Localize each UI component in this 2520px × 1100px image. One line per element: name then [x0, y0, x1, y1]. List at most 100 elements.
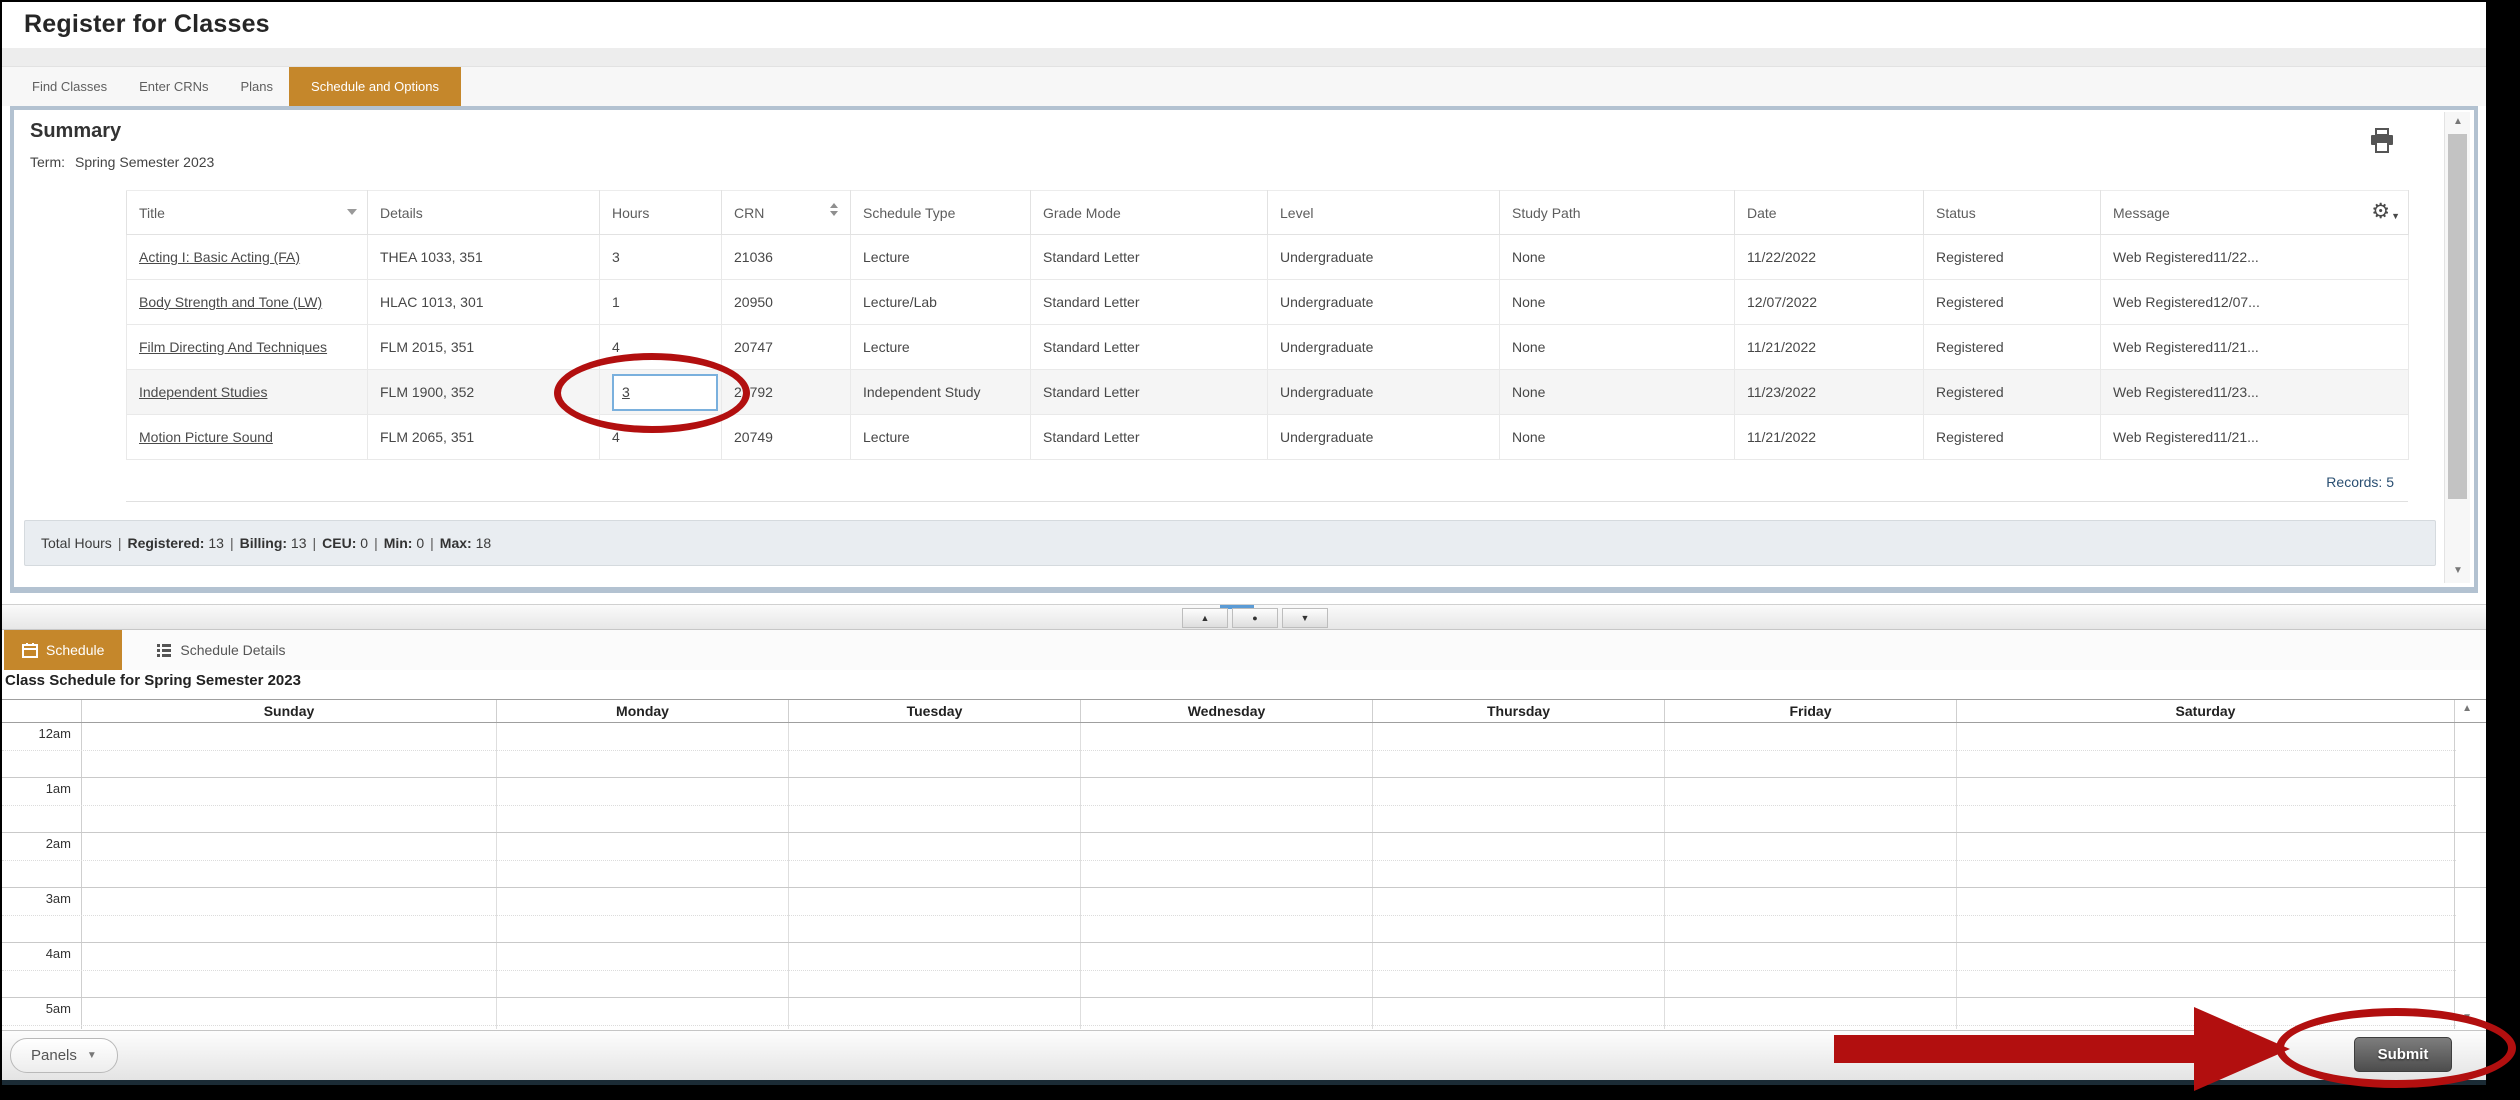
tab-schedule-details[interactable]: Schedule Details — [138, 630, 303, 670]
sort-icon — [830, 203, 838, 216]
tab-schedule[interactable]: Schedule — [4, 630, 123, 670]
scroll-down-icon[interactable]: ▼ — [2445, 561, 2471, 581]
splitter-expand-down-button[interactable]: ▼ — [1282, 608, 1328, 628]
column-header-study-path[interactable]: Study Path — [1499, 190, 1735, 235]
hours-input[interactable]: 3 — [612, 373, 718, 411]
calendar-cell-friday[interactable] — [1665, 833, 1957, 887]
calendar-cell-monday[interactable] — [497, 943, 789, 997]
column-header-date[interactable]: Date — [1734, 190, 1924, 235]
summary-scrollbar[interactable]: ▲ ▼ — [2444, 112, 2470, 583]
total-hours-bar: Total Hours | Registered: 13 | Billing: 13 | C… — [24, 520, 2436, 566]
calendar-cell-sunday[interactable] — [82, 888, 497, 942]
calendar-cell-tuesday[interactable] — [789, 833, 1081, 887]
column-header-level[interactable]: Level — [1267, 190, 1500, 235]
print-icon[interactable] — [2368, 128, 2396, 159]
calendar-scroll-down-icon[interactable]: ▼ — [2462, 1012, 2472, 1023]
column-header-schedule-type[interactable]: Schedule Type — [850, 190, 1031, 235]
calendar-cell-friday[interactable] — [1665, 778, 1957, 832]
term-label: Term: — [30, 154, 65, 170]
column-header-status[interactable]: Status — [1923, 190, 2101, 235]
calendar-cell-wednesday[interactable] — [1081, 998, 1373, 1029]
calendar-cell-saturday[interactable] — [1957, 833, 2455, 887]
course-title-link[interactable]: Film Directing And Techniques — [139, 339, 327, 355]
calendar-icon — [22, 642, 38, 658]
calendar-cell-thursday[interactable] — [1373, 943, 1665, 997]
calendar-cell-thursday[interactable] — [1373, 998, 1665, 1029]
column-header-grade-mode[interactable]: Grade Mode — [1030, 190, 1268, 235]
calendar-cell-tuesday[interactable] — [789, 888, 1081, 942]
calendar-cell-tuesday[interactable] — [789, 778, 1081, 832]
hour-label: 4am — [2, 943, 82, 997]
tab-enter-crns[interactable]: Enter CRNs — [123, 67, 224, 106]
calendar-cell-wednesday[interactable] — [1081, 943, 1373, 997]
calendar-cell-monday[interactable] — [497, 833, 789, 887]
calendar-cell-wednesday[interactable] — [1081, 833, 1373, 887]
day-header-wednesday: Wednesday — [1081, 700, 1373, 722]
status-cell: Registered — [1923, 324, 2101, 370]
level-cell: Undergraduate — [1267, 234, 1500, 280]
table-row[interactable]: Body Strength and Tone (LW) HLAC 1013, 3… — [126, 279, 2409, 325]
splitter-reset-button[interactable]: ● — [1232, 608, 1278, 628]
calendar-cell-wednesday[interactable] — [1081, 778, 1373, 832]
calendar-cell-sunday[interactable] — [82, 998, 497, 1029]
course-title-link[interactable]: Independent Studies — [139, 384, 267, 400]
calendar-cell-tuesday[interactable] — [789, 723, 1081, 777]
scroll-up-icon[interactable]: ▲ — [2445, 112, 2471, 132]
column-header-hours[interactable]: Hours — [599, 190, 722, 235]
panel-splitter[interactable]: ▲ ● ▼ — [2, 604, 2486, 630]
calendar-cell-thursday[interactable] — [1373, 723, 1665, 777]
calendar-cell-wednesday[interactable] — [1081, 888, 1373, 942]
column-header-message[interactable]: Message ⚙ ▼ — [2100, 190, 2409, 235]
calendar-cell-friday[interactable] — [1665, 998, 1957, 1029]
calendar-cell-sunday[interactable] — [82, 943, 497, 997]
calendar-cell-monday[interactable] — [497, 723, 789, 777]
course-title-link[interactable]: Acting I: Basic Acting (FA) — [139, 249, 300, 265]
tab-plans[interactable]: Plans — [225, 67, 290, 106]
calendar-cell-thursday[interactable] — [1373, 778, 1665, 832]
calendar-cell-thursday[interactable] — [1373, 888, 1665, 942]
course-title-link[interactable]: Body Strength and Tone (LW) — [139, 294, 322, 310]
calendar-cell-wednesday[interactable] — [1081, 723, 1373, 777]
calendar-cell-saturday[interactable] — [1957, 888, 2455, 942]
hours-value: 3 — [612, 249, 620, 265]
submit-button[interactable]: Submit — [2354, 1037, 2452, 1072]
calendar-cell-thursday[interactable] — [1373, 833, 1665, 887]
calendar-cell-tuesday[interactable] — [789, 998, 1081, 1029]
list-icon — [156, 643, 172, 657]
level-cell: Undergraduate — [1267, 279, 1500, 325]
column-header-details[interactable]: Details — [367, 190, 600, 235]
calendar-grid: 12am 1am 2am 3am 4am 5am — [2, 723, 2486, 1029]
calendar-scroll-up-icon[interactable]: ▲ — [2462, 703, 2472, 714]
scrollbar-thumb[interactable] — [2448, 134, 2467, 499]
calendar-cell-saturday[interactable] — [1957, 943, 2455, 997]
calendar-cell-friday[interactable] — [1665, 723, 1957, 777]
course-title-link[interactable]: Motion Picture Sound — [139, 429, 273, 445]
calendar-cell-tuesday[interactable] — [789, 943, 1081, 997]
calendar-cell-saturday[interactable] — [1957, 998, 2455, 1029]
calendar-day-header: Sunday Monday Tuesday Wednesday Thursday… — [2, 699, 2486, 723]
bottom-dark-strip — [2, 1080, 2486, 1085]
panels-button[interactable]: Panels ▼ — [10, 1038, 118, 1073]
table-row[interactable]: Independent Studies FLM 1900, 352 3 3 22… — [126, 369, 2409, 415]
splitter-expand-up-button[interactable]: ▲ — [1182, 608, 1228, 628]
table-row[interactable]: Film Directing And Techniques FLM 2015, … — [126, 324, 2409, 370]
column-header-crn[interactable]: CRN — [721, 190, 851, 235]
day-header-monday: Monday — [497, 700, 789, 722]
column-header-title[interactable]: Title — [126, 190, 368, 235]
calendar-cell-monday[interactable] — [497, 998, 789, 1029]
calendar-cell-saturday[interactable] — [1957, 778, 2455, 832]
tab-schedule-and-options[interactable]: Schedule and Options — [289, 67, 461, 106]
table-row[interactable]: Motion Picture Sound FLM 2065, 351 4 4 2… — [126, 414, 2409, 460]
calendar-cell-sunday[interactable] — [82, 778, 497, 832]
gear-icon[interactable]: ⚙ ▼ — [2371, 199, 2400, 224]
calendar-cell-monday[interactable] — [497, 778, 789, 832]
calendar-cell-sunday[interactable] — [82, 723, 497, 777]
calendar-cell-monday[interactable] — [497, 888, 789, 942]
schedule-tab-bar: Schedule Schedule Details — [2, 630, 2486, 670]
calendar-cell-friday[interactable] — [1665, 888, 1957, 942]
calendar-cell-friday[interactable] — [1665, 943, 1957, 997]
tab-find-classes[interactable]: Find Classes — [16, 67, 123, 106]
calendar-cell-sunday[interactable] — [82, 833, 497, 887]
table-row[interactable]: Acting I: Basic Acting (FA) THEA 1033, 3… — [126, 234, 2409, 280]
calendar-cell-saturday[interactable] — [1957, 723, 2455, 777]
